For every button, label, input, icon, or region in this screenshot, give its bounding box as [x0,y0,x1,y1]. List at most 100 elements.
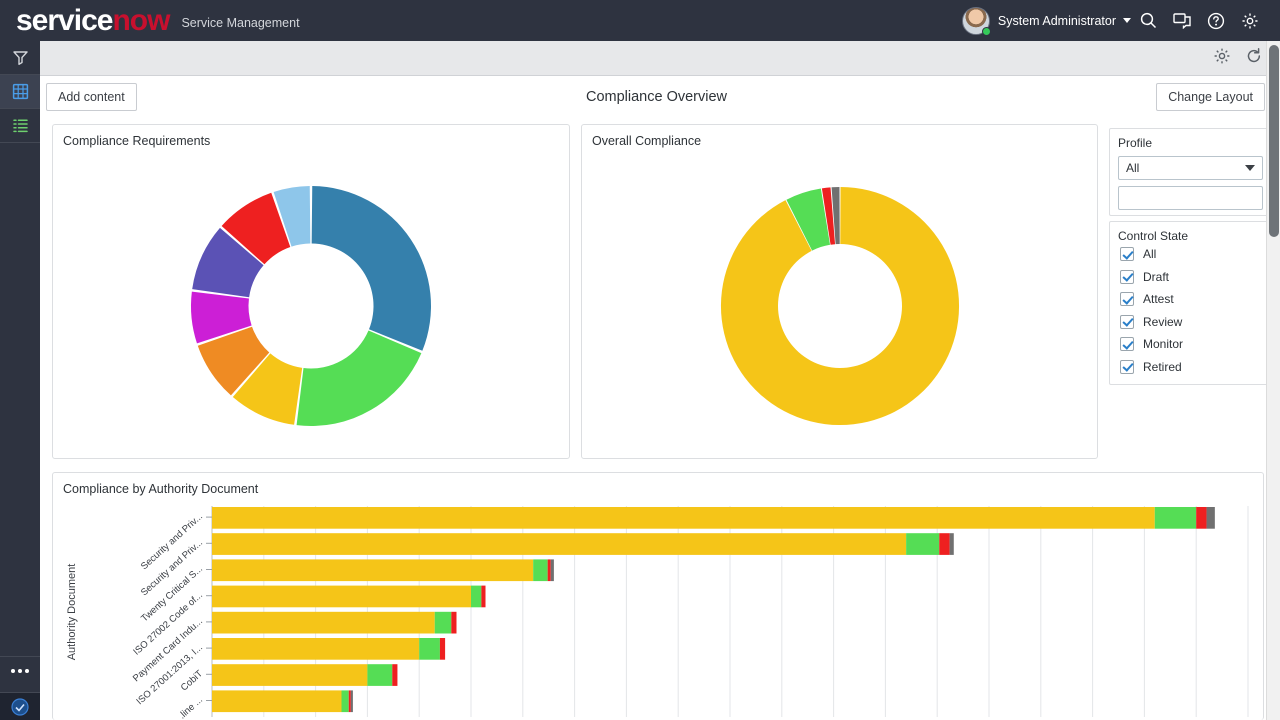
banner-subtitle: Service Management [181,15,300,30]
profile-select[interactable]: All [1118,156,1263,180]
more-options-icon[interactable] [0,656,40,684]
scrollbar-thumb[interactable] [1269,45,1279,237]
logo-service-text: service [16,3,113,37]
bar-segment[interactable] [906,533,940,555]
overall-compliance-panel: Overall Compliance [581,124,1098,459]
bar-segment[interactable] [350,690,353,713]
servicenow-logo[interactable]: servicenow Service Management [0,3,300,37]
requirements-donut-chart[interactable] [53,153,569,458]
page-title: Compliance Overview [585,88,728,105]
grid-icon[interactable] [0,75,40,109]
gear-icon[interactable] [1233,0,1267,41]
app-icon[interactable] [0,692,40,720]
bar-segment[interactable] [367,664,393,686]
logo-now-text: now [112,3,170,37]
profile-selected-value: All [1126,161,1140,175]
control-state-checkbox-monitor[interactable] [1120,337,1134,352]
category-label: CobiT [179,668,205,693]
control-state-label-text: Retired [1143,359,1182,374]
search-icon[interactable] [1131,0,1165,41]
bar-segment[interactable] [392,664,398,686]
bar-segment[interactable] [439,638,446,660]
control-state-checkbox-retired[interactable] [1120,359,1134,374]
change-layout-button[interactable]: Change Layout [1156,82,1265,111]
control-state-label-text: Draft [1143,269,1170,284]
category-label: ...line ... [173,695,205,719]
page-header: Add content Compliance Overview Change L… [40,76,1273,117]
control-state-checkbox-draft[interactable] [1120,269,1134,284]
add-content-button[interactable]: Add content [46,82,137,111]
panel-title: Overall Compliance [592,134,702,148]
online-status-indicator [981,26,991,36]
authority-bar-chart[interactable]: Security and Priv...Security and Priv...… [53,504,1263,719]
user-name-label: System Administrator [997,13,1116,28]
control-state-label-text: Monitor [1143,337,1184,352]
bar-segment[interactable] [547,559,551,582]
panel-title: Compliance Requirements [63,134,211,148]
donut-slice[interactable] [296,330,422,426]
bar-segment[interactable] [212,664,368,686]
bar-segment[interactable] [419,638,440,660]
control-state-row[interactable]: All [1110,243,1271,266]
control-state-label-text: Attest [1143,292,1174,307]
avatar[interactable] [961,6,991,36]
profile-filter-panel: Profile All [1109,128,1272,216]
overall-donut-chart[interactable] [582,153,1097,458]
conversation-icon[interactable] [1165,0,1199,41]
control-state-checkbox-attest[interactable] [1120,292,1134,307]
bar-segment[interactable] [348,690,351,713]
control-state-list: All Draft Attest Review Monitor Retired [1110,243,1271,378]
compliance-requirements-panel: Compliance Requirements [52,124,570,459]
control-state-checkbox-all[interactable] [1120,247,1134,262]
bar-segment[interactable] [550,559,554,582]
bar-segment[interactable] [212,690,342,713]
bar-segment[interactable] [471,585,482,608]
page-scrollbar[interactable] [1266,41,1280,720]
chevron-down-icon[interactable] [1123,18,1131,23]
control-state-row[interactable]: Retired [1110,356,1271,379]
bar-segment[interactable] [434,611,452,634]
gear-icon[interactable] [1213,47,1231,70]
control-state-label-text: Review [1143,314,1183,329]
chevron-down-icon [1245,165,1255,171]
control-state-row[interactable]: Attest [1110,288,1271,311]
control-state-filter-panel: Control State All Draft Attest Review Monito… [1109,221,1272,385]
profile-label: Profile [1118,136,1153,150]
panel-title: Compliance by Authority Document [63,482,259,496]
list-icon[interactable] [0,109,40,143]
bar-segment[interactable] [451,611,457,634]
bar-segment[interactable] [212,507,1155,529]
bar-segment[interactable] [212,638,420,660]
bar-segment[interactable] [533,559,548,582]
control-state-row[interactable]: Monitor [1110,333,1271,356]
bar-segment[interactable] [212,533,907,555]
donut-slice[interactable] [720,186,959,425]
control-state-checkbox-review[interactable] [1120,314,1134,329]
bar-segment[interactable] [481,585,486,608]
y-axis-title: Authority Document [66,564,78,661]
control-state-row[interactable]: Review [1110,311,1271,334]
bar-segment[interactable] [341,690,349,713]
donut-slice[interactable] [311,185,431,351]
control-state-row[interactable]: Draft [1110,266,1271,289]
bar-segment[interactable] [949,533,954,555]
donut-svg [720,186,959,425]
bar-segment[interactable] [1196,507,1207,529]
donut-svg [191,185,431,426]
bar-segment[interactable] [212,559,534,582]
refresh-icon[interactable] [1245,47,1263,70]
filter-icon[interactable] [0,41,40,75]
banner-actions: System Administrator [961,0,1280,41]
profile-search-input[interactable] [1118,186,1263,210]
bar-segment[interactable] [1154,507,1197,529]
bar-segment[interactable] [212,585,471,608]
left-rail [0,41,40,720]
dot [25,668,29,673]
top-banner: servicenow Service Management System Adm… [0,0,1280,41]
content-toolbar [40,41,1273,76]
control-state-label: Control State [1118,229,1189,243]
bar-segment[interactable] [939,533,950,555]
bar-segment[interactable] [1206,507,1215,529]
help-icon[interactable] [1199,0,1233,41]
bar-segment[interactable] [212,611,435,634]
